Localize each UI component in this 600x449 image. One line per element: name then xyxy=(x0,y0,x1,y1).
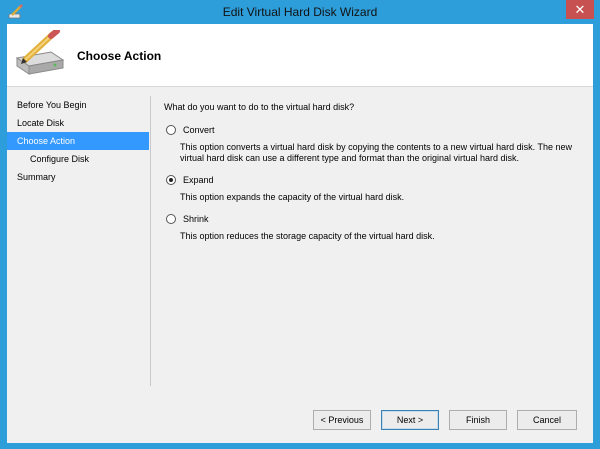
disk-pencil-icon xyxy=(11,28,67,80)
expand-description: This option expands the capacity of the … xyxy=(180,192,405,202)
nav-item-configure-disk[interactable]: Configure Disk xyxy=(7,150,149,168)
wizard-body: Choose Action Before You Begin Locate Di… xyxy=(7,24,593,443)
title-bar[interactable]: Edit Virtual Hard Disk Wizard ✕ xyxy=(0,0,600,24)
convert-description: This option converts a virtual hard disk… xyxy=(180,142,573,163)
page-title: Choose Action xyxy=(77,49,162,63)
wizard-header: Choose Action xyxy=(7,24,593,87)
nav-divider xyxy=(150,96,151,386)
nav-item-choose-action[interactable]: Choose Action xyxy=(7,132,149,150)
option-expand: Expand This option expands the capacity … xyxy=(164,173,584,203)
question-text: What do you want to do to the virtual ha… xyxy=(164,102,355,112)
shrink-description: This option reduces the storage capacity… xyxy=(180,231,435,241)
nav-item-summary[interactable]: Summary xyxy=(7,168,149,186)
option-convert: Convert This option converts a virtual h… xyxy=(164,123,584,164)
convert-radio-row[interactable]: Convert xyxy=(164,123,584,137)
wizard-window: Edit Virtual Hard Disk Wizard ✕ Choose A… xyxy=(0,0,600,449)
window-title: Edit Virtual Hard Disk Wizard xyxy=(222,5,378,19)
nav-item-before-you-begin[interactable]: Before You Begin xyxy=(7,96,149,114)
option-shrink: Shrink This option reduces the storage c… xyxy=(164,212,584,242)
wizard-steps-nav: Before You Begin Locate Disk Choose Acti… xyxy=(7,96,149,186)
cancel-button[interactable]: Cancel xyxy=(517,410,577,430)
expand-radio[interactable] xyxy=(166,175,176,185)
close-button[interactable]: ✕ xyxy=(566,0,594,19)
shrink-radio-row[interactable]: Shrink xyxy=(164,212,584,226)
close-icon: ✕ xyxy=(574,1,586,17)
finish-button[interactable]: Finish xyxy=(449,410,507,430)
convert-radio[interactable] xyxy=(166,125,176,135)
expand-radio-row[interactable]: Expand xyxy=(164,173,584,187)
action-options: What do you want to do to the virtual ha… xyxy=(164,102,584,251)
next-button[interactable]: Next > xyxy=(381,410,439,430)
expand-label[interactable]: Expand xyxy=(183,175,214,185)
shrink-radio[interactable] xyxy=(166,214,176,224)
convert-label[interactable]: Convert xyxy=(183,125,215,135)
previous-button[interactable]: < Previous xyxy=(313,410,371,430)
shrink-label[interactable]: Shrink xyxy=(183,214,209,224)
nav-item-locate-disk[interactable]: Locate Disk xyxy=(7,114,149,132)
